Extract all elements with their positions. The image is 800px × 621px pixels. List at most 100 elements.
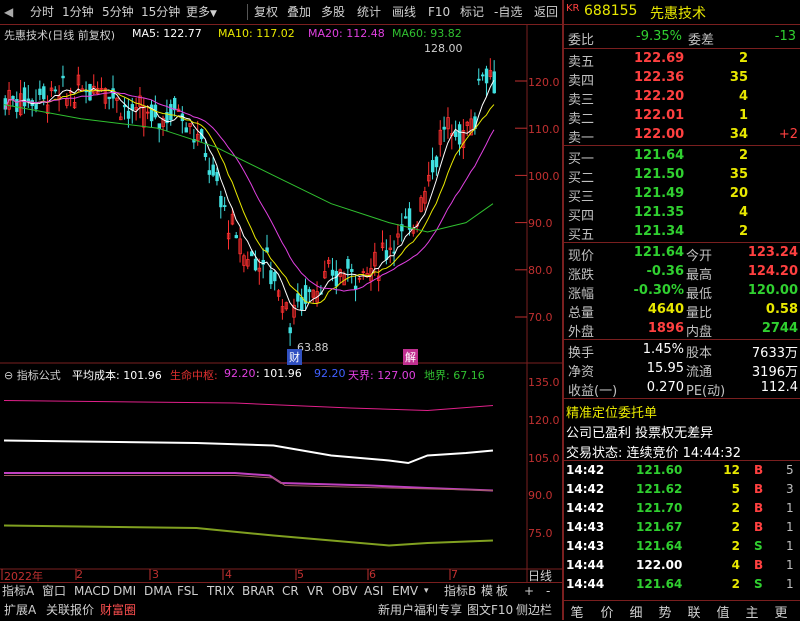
add-watchlist-button[interactable]: -自选 — [494, 3, 522, 21]
tab-trix[interactable]: TRIX — [207, 583, 234, 599]
stat-value: 124.20 — [747, 264, 798, 279]
stat-label: 最高 — [686, 268, 713, 283]
toolbar-collapse-icon[interactable]: ◀ — [4, 3, 13, 21]
tab-detail[interactable]: 细 — [623, 602, 649, 621]
stat-value: -0.36 — [646, 264, 684, 279]
tick-side: B — [754, 482, 764, 496]
tab-5min[interactable]: 5分钟 — [102, 3, 134, 21]
ask-row[interactable]: 卖二 122.01 1 — [564, 107, 800, 127]
ask-row[interactable]: 卖五 122.69 2 — [564, 50, 800, 70]
sidebar-toggle-button[interactable]: 侧边栏 — [516, 602, 552, 618]
multi-stock-button[interactable]: 多股 — [321, 3, 345, 21]
order-diff-value: -13 — [774, 29, 796, 44]
ma20-legend: MA20: 112.48 — [308, 27, 385, 40]
tab-brar[interactable]: BRAR — [242, 583, 275, 599]
tab-window[interactable]: 窗口 — [42, 583, 66, 599]
tab-vr[interactable]: VR — [307, 583, 324, 599]
f10-graphic-button[interactable]: 图文F10 — [467, 602, 513, 618]
tab-board[interactable]: 板 — [496, 583, 508, 599]
ask-row[interactable]: 卖四 122.36 35 — [564, 69, 800, 89]
tab-intraday[interactable]: 分时 — [30, 3, 54, 21]
bid-row[interactable]: 买三 121.49 20 — [564, 185, 800, 205]
mark-button[interactable]: 标记 — [460, 3, 484, 21]
ask-volume: 2 — [738, 51, 748, 66]
divider — [564, 460, 800, 461]
ask-row[interactable]: 卖三 122.20 4 — [564, 88, 800, 108]
indicator-collapse-icon: ⊖ — [4, 369, 17, 382]
tab-emv[interactable]: EMV — [392, 583, 418, 599]
tab-indicator-a[interactable]: 指标A — [2, 583, 34, 599]
wealth-circle-button[interactable]: 财富圈 — [100, 602, 136, 618]
tab-trend[interactable]: 势 — [652, 602, 678, 621]
tab-cr[interactable]: CR — [282, 583, 299, 599]
kline-chart[interactable] — [0, 24, 562, 582]
bid-row[interactable]: 买五 121.34 2 — [564, 223, 800, 243]
bid-row[interactable]: 买四 121.35 4 — [564, 204, 800, 224]
adjust-button[interactable]: 复权 — [254, 3, 278, 21]
tab-obv[interactable]: OBV — [332, 583, 358, 599]
tab-indicator-b[interactable]: 指标B — [444, 583, 476, 599]
candle-body — [234, 235, 238, 239]
new-user-benefit-link[interactable]: 新用户福利专享 — [378, 602, 462, 618]
stat-label: 流通 — [686, 365, 713, 380]
tick-count: 1 — [786, 501, 794, 515]
more-menu[interactable]: 更多▼ — [186, 3, 217, 21]
stat-value: 0.270 — [646, 380, 684, 395]
f10-button[interactable]: F10 — [428, 3, 450, 21]
stat-value: 123.24 — [747, 245, 798, 260]
stats-button[interactable]: 统计 — [357, 3, 381, 21]
tab-value[interactable]: 值 — [710, 602, 736, 621]
bid-row[interactable]: 买一 121.64 2 — [564, 147, 800, 167]
tab-more[interactable]: 更 — [768, 602, 794, 621]
unlock-tag[interactable]: 解 — [403, 349, 418, 365]
ask-row[interactable]: 卖一 122.00 34 +2 — [564, 126, 800, 146]
sky-legend: 天界: 127.00 — [348, 369, 416, 382]
related-quote-button[interactable]: 关联报价 — [46, 602, 94, 618]
indicator-menu[interactable]: ⊖ 指标公式 — [4, 367, 61, 383]
tab-dmi[interactable]: DMI — [113, 583, 136, 599]
candle-body — [223, 205, 227, 207]
tab-related[interactable]: 联 — [681, 602, 707, 621]
tick-row: 14:43 121.67 2 B 1 — [564, 519, 800, 537]
stat-row: 涨幅 -0.30% 最低 120.00 — [564, 282, 800, 302]
tab-fsl[interactable]: FSL — [177, 583, 198, 599]
tab-asi[interactable]: ASI — [364, 583, 383, 599]
tab-dma[interactable]: DMA — [144, 583, 172, 599]
tick-count: 3 — [786, 482, 794, 496]
tick-price: 121.60 — [636, 463, 683, 477]
order-diff-label: 委差 — [688, 33, 715, 48]
remove-indicator-button[interactable]: - — [546, 583, 550, 599]
bid-row[interactable]: 买二 121.50 35 — [564, 166, 800, 186]
extend-a-button[interactable]: 扩展A — [4, 602, 36, 618]
financial-report-tag[interactable]: 财 — [287, 349, 302, 365]
bid-volume: 2 — [738, 148, 748, 163]
order-ratio-value: -9.35% — [636, 29, 682, 44]
tab-price[interactable]: 价 — [594, 602, 620, 621]
candle-body — [457, 124, 462, 145]
candle-body — [477, 78, 481, 81]
tick-time: 14:42 — [566, 501, 605, 515]
chevron-down-icon[interactable]: ▾ — [424, 583, 429, 599]
stock-header: KR 688155 先惠技术 — [564, 2, 800, 24]
earth-legend: 地界: 67.16 — [424, 369, 485, 382]
overlay-button[interactable]: 叠加 — [287, 3, 311, 21]
stat-label: 收益(一) — [568, 384, 618, 399]
back-button[interactable]: 返回 — [534, 3, 558, 21]
stat-label: 外盘 — [568, 325, 595, 340]
tab-template[interactable]: 模 — [481, 583, 493, 599]
tab-macd[interactable]: MACD — [74, 583, 110, 599]
draw-line-button[interactable]: 画线 — [392, 3, 416, 21]
indicator-axis-label: 105.0 — [528, 452, 560, 465]
notice-precise-order[interactable]: 精准定位委托单 — [564, 401, 800, 421]
tab-main[interactable]: 主 — [739, 602, 765, 621]
tab-1min[interactable]: 1分钟 — [62, 3, 94, 21]
tab-trades[interactable]: 笔 — [564, 602, 590, 621]
candle-body — [203, 153, 208, 158]
high-price-marker: 128.00 — [424, 42, 463, 55]
stat-row: 现价 121.64 今开 123.24 — [564, 244, 800, 264]
tick-row: 14:43 121.64 2 S 1 — [564, 538, 800, 556]
add-indicator-button[interactable]: + — [524, 583, 534, 599]
indicator-value-3: 92.20 — [314, 367, 346, 380]
tab-15min[interactable]: 15分钟 — [141, 3, 180, 21]
stat-row: 换手 1.45% 股本 7633万 — [564, 341, 800, 361]
